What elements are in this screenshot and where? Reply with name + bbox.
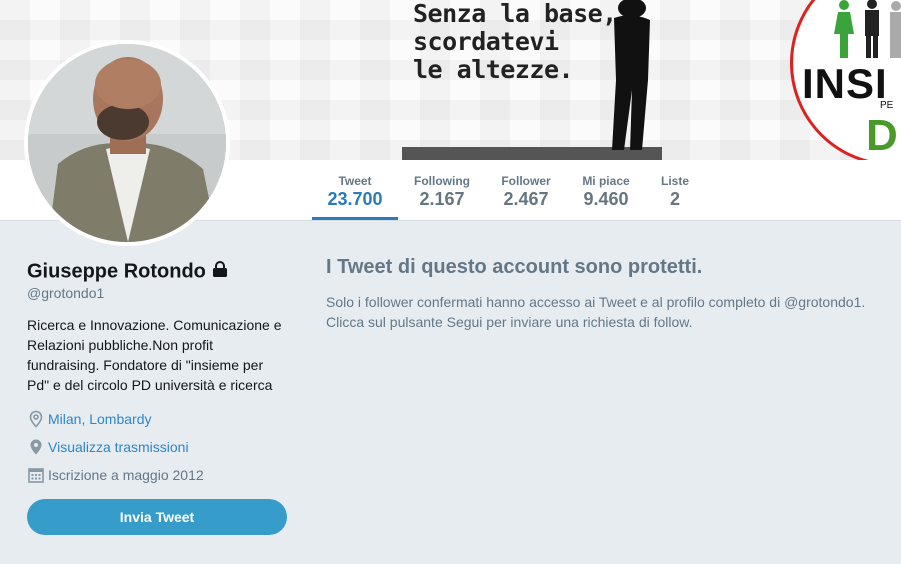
nav-lists[interactable]: Liste 2 xyxy=(652,160,698,220)
nav-lists-label: Liste xyxy=(660,174,689,188)
lock-icon xyxy=(211,260,229,284)
nav-likes-label: Mi piace xyxy=(582,174,630,188)
logo-wordmark: INSI xyxy=(802,60,888,107)
active-tab-indicator xyxy=(312,217,398,220)
profile-bio: Ricerca e Innovazione. Comunicazione e R… xyxy=(27,317,282,393)
people-logo-icon xyxy=(834,0,901,58)
nav-followers-label: Follower xyxy=(501,174,551,188)
profile-name-text: Giuseppe Rotondo xyxy=(27,260,206,283)
logo-pd-text: D xyxy=(866,111,898,160)
protected-tweets-title: I Tweet di questo account sono protetti. xyxy=(326,256,703,278)
silhouette-figure-image xyxy=(402,0,662,160)
location-link[interactable]: Milan, Lombardy xyxy=(48,409,152,429)
nav-following-label: Following xyxy=(414,174,470,188)
profile-handle[interactable]: @grotondo1 xyxy=(27,285,104,301)
nav-following[interactable]: Following 2.167 xyxy=(404,160,480,220)
nav-lists-count: 2 xyxy=(669,189,680,209)
profile-avatar[interactable] xyxy=(24,40,230,246)
avatar-photo xyxy=(28,44,226,242)
nav-followers[interactable]: Follower 2.467 xyxy=(492,160,560,220)
broadcasts-link[interactable]: Visualizza trasmissioni xyxy=(48,437,189,457)
nav-likes-count: 9.460 xyxy=(583,189,629,209)
nav-tweets[interactable]: Tweet 23.700 xyxy=(312,160,398,220)
logo-small-text: PE xyxy=(880,100,894,111)
periscope-icon xyxy=(27,438,45,456)
nav-following-count: 2.167 xyxy=(419,189,465,209)
profile-name[interactable]: Giuseppe Rotondo xyxy=(27,260,229,284)
send-tweet-button[interactable]: Invia Tweet xyxy=(27,499,287,535)
nav-tweets-label: Tweet xyxy=(338,174,372,188)
protected-tweets-message: Solo i follower confermati hanno accesso… xyxy=(326,294,866,330)
join-date-text: Iscrizione a maggio 2012 xyxy=(48,467,204,483)
nav-likes[interactable]: Mi piace 9.460 xyxy=(572,160,640,220)
calendar-icon xyxy=(27,466,45,484)
nav-tweets-count: 23.700 xyxy=(327,189,383,209)
nav-followers-count: 2.467 xyxy=(503,189,549,209)
location-pin-icon xyxy=(27,410,45,428)
avatar-portrait-image xyxy=(28,44,226,242)
